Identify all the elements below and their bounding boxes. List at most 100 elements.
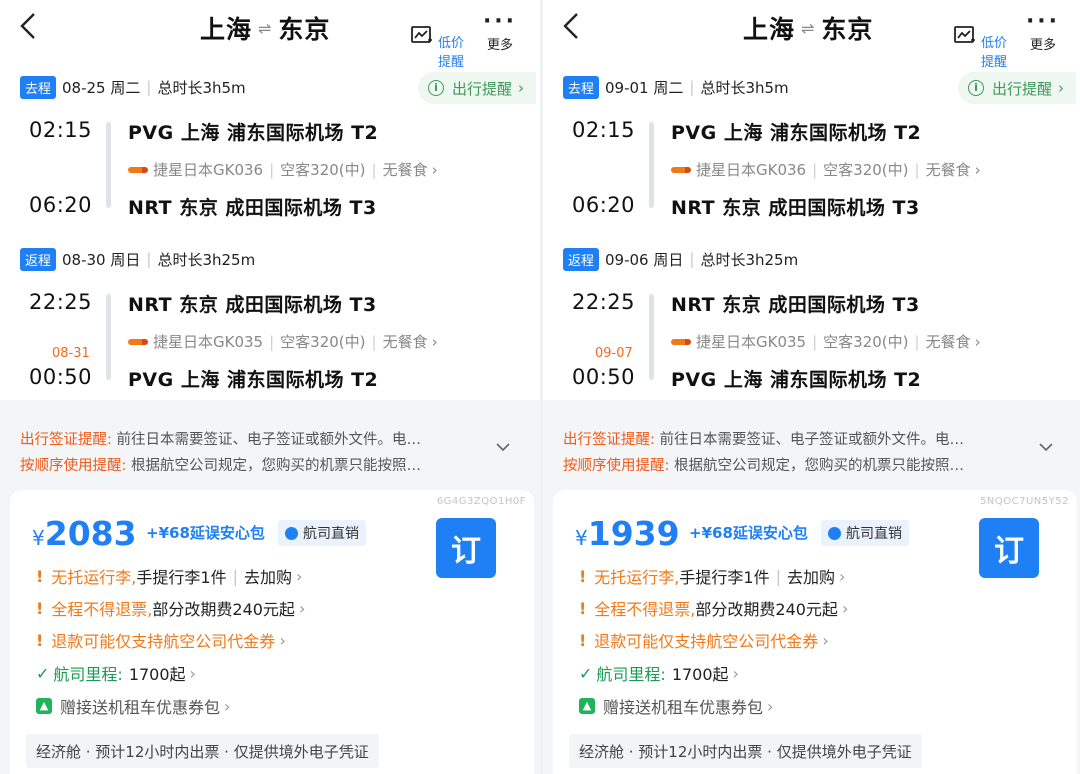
- outbound-timeline: [649, 122, 654, 208]
- fare-card: 5NQOC7UN5Y52 ¥1939 +¥68延误安心包 航司直销 订 ! 无托运…: [553, 490, 1077, 774]
- divider: |: [269, 160, 275, 179]
- chevron-right-icon: ›: [431, 332, 438, 351]
- return-arr-time: 00:50: [28, 365, 92, 389]
- add-baggage-link: 去加购: [786, 568, 835, 587]
- check-icon: ✓: [579, 663, 593, 683]
- warning-icon: !: [579, 566, 587, 586]
- price-alert-icon: [954, 26, 975, 43]
- chevron-right-icon: ›: [1058, 79, 1064, 97]
- sequence-notice[interactable]: 按顺序使用提醒: 根据航空公司规定，您购买的机票只能按照…: [563, 454, 964, 475]
- return-tag: 返程: [563, 247, 600, 271]
- miles-row[interactable]: ✓ 航司里程: 1700起 ›: [36, 661, 196, 685]
- back-icon[interactable]: [557, 10, 585, 42]
- no-refund-text: 全程不得退票,: [594, 600, 696, 619]
- currency-symbol: ¥: [575, 526, 588, 550]
- outbound-flight-info[interactable]: 捷星日本GK036 | 空客320(中) | 无餐食 ›: [671, 159, 981, 180]
- fare-price: ¥1939: [575, 514, 680, 553]
- visa-notice[interactable]: 出行签证提醒: 前往日本需要签证、电子签证或额外文件。电…: [563, 428, 964, 449]
- warning-icon: !: [36, 566, 44, 586]
- voucher-row[interactable]: ! 退款可能仅支持航空公司代金券 ›: [36, 628, 286, 652]
- outbound-tag: 去程: [563, 75, 600, 99]
- travel-reminder-button[interactable]: i 出行提醒 ›: [957, 72, 1076, 104]
- back-icon[interactable]: [14, 10, 42, 42]
- divider: |: [371, 160, 377, 179]
- expand-chevron-down-icon[interactable]: [494, 440, 512, 454]
- carry-on-baggage: 手提行李1件: [679, 568, 770, 587]
- return-flight-info[interactable]: 捷星日本GK035 | 空客320(中) | 无餐食 ›: [671, 331, 981, 352]
- miles-label: 航司里程:: [53, 665, 123, 684]
- return-header: 返程 08-30 周日 | 总时长3h25m: [20, 246, 255, 272]
- outbound-arr-time: 06:20: [28, 193, 92, 217]
- price-value: 1939: [587, 514, 680, 553]
- jetstar-logo-icon: [128, 166, 148, 173]
- outbound-meal: 无餐食: [382, 161, 428, 179]
- return-meal: 无餐食: [382, 333, 428, 351]
- fare-footer: 经济舱 · 预计12小时内出票 · 仅提供境外电子凭证: [26, 734, 379, 768]
- gift-row[interactable]: ▲ 赠接送机租车优惠券包 ›: [579, 694, 773, 718]
- price-alert-label: 低价提醒: [437, 36, 464, 70]
- divider: |: [812, 160, 818, 179]
- return-flight-info[interactable]: 捷星日本GK035 | 空客320(中) | 无餐食 ›: [128, 331, 438, 352]
- chevron-right-icon: ›: [431, 160, 438, 179]
- outbound-aircraft: 空客320(中): [280, 161, 366, 179]
- price-alert-button[interactable]: 低价提醒: [953, 24, 1011, 70]
- warning-icon: !: [579, 630, 587, 650]
- airline-direct-label: 航司直销: [846, 526, 902, 542]
- delay-protection-addon[interactable]: +¥68延误安心包: [146, 522, 265, 543]
- outbound-flight-info[interactable]: 捷星日本GK036 | 空客320(中) | 无餐食 ›: [128, 159, 438, 180]
- return-dep-time: 22:25: [571, 290, 635, 314]
- no-checked-baggage: 无托运行李,: [594, 568, 680, 587]
- baggage-row[interactable]: ! 无托运行李, 手提行李1件 | 去加购 ›: [579, 564, 845, 588]
- more-dots-icon: ···: [1025, 9, 1061, 34]
- book-button[interactable]: 订: [436, 518, 496, 578]
- voucher-row[interactable]: ! 退款可能仅支持航空公司代金券 ›: [579, 628, 829, 652]
- delay-protection-addon[interactable]: +¥68延误安心包: [689, 522, 808, 543]
- no-refund-text: 全程不得退票,: [51, 600, 153, 619]
- refund-row[interactable]: ! 全程不得退票, 部分改期费240元起 ›: [579, 596, 848, 620]
- more-button[interactable]: ··· 更多: [480, 9, 520, 54]
- fare-price: ¥2083: [32, 514, 137, 553]
- visa-notice-text: 前往日本需要签证、电子签证或额外文件。电…: [111, 432, 421, 448]
- warning-icon: !: [36, 630, 44, 650]
- airline-direct-badge: 航司直销: [278, 520, 366, 546]
- top-bar: 上海 ⇌ 东京 低价提醒 ··· 更多: [0, 0, 540, 70]
- sequence-notice[interactable]: 按顺序使用提醒: 根据航空公司规定，您购买的机票只能按照…: [20, 454, 421, 475]
- sequence-notice-text: 根据航空公司规定，您购买的机票只能按照…: [669, 458, 964, 474]
- return-tag: 返程: [20, 247, 57, 271]
- visa-notice-label: 出行签证提醒:: [563, 432, 655, 448]
- book-button[interactable]: 订: [979, 518, 1039, 578]
- airline-direct-label: 航司直销: [303, 526, 359, 542]
- return-dep-airport: NRT 东京 成田国际机场 T3: [128, 294, 377, 316]
- outbound-dep-time: 02:15: [571, 118, 635, 142]
- outbound-timeline: [106, 122, 111, 208]
- outbound-dep-time: 02:15: [28, 118, 92, 142]
- divider: |: [914, 332, 920, 351]
- price-alert-button[interactable]: 低价提醒: [410, 24, 468, 70]
- divider: |: [269, 332, 275, 351]
- refund-row[interactable]: ! 全程不得退票, 部分改期费240元起 ›: [36, 596, 305, 620]
- more-button[interactable]: ··· 更多: [1023, 9, 1063, 54]
- voucher-text: 退款可能仅支持航空公司代金券: [594, 632, 819, 651]
- travel-reminder-button[interactable]: i 出行提醒 ›: [417, 72, 536, 104]
- return-flight-number: 捷星日本GK035: [696, 333, 807, 351]
- divider: |: [914, 160, 920, 179]
- baggage-row[interactable]: ! 无托运行李, 手提行李1件 | 去加购 ›: [36, 564, 302, 588]
- fare-card: 6G4G3ZQO1H0F ¥2083 +¥68延误安心包 航司直销 订 ! 无托运…: [10, 490, 534, 774]
- sequence-notice-label: 按顺序使用提醒:: [20, 458, 127, 474]
- person-icon: [828, 526, 841, 540]
- return-aircraft: 空客320(中): [823, 333, 909, 351]
- outbound-date: 09-01 周二: [605, 78, 684, 97]
- more-dots-icon: ···: [482, 9, 518, 34]
- expand-chevron-down-icon[interactable]: [1037, 440, 1055, 454]
- miles-label: 航司里程:: [596, 665, 666, 684]
- chevron-right-icon: ›: [838, 566, 846, 586]
- check-icon: ✓: [36, 663, 50, 683]
- route-to: 东京: [821, 15, 874, 44]
- chevron-right-icon: ›: [974, 160, 981, 179]
- change-fee-text: 部分改期费240元起: [695, 600, 838, 619]
- gift-row[interactable]: ▲ 赠接送机租车优惠券包 ›: [36, 694, 230, 718]
- chevron-right-icon: ›: [767, 696, 774, 716]
- miles-row[interactable]: ✓ 航司里程: 1700起 ›: [579, 661, 739, 685]
- warning-icon: !: [579, 598, 587, 618]
- visa-notice[interactable]: 出行签证提醒: 前往日本需要签证、电子签证或额外文件。电…: [20, 428, 421, 449]
